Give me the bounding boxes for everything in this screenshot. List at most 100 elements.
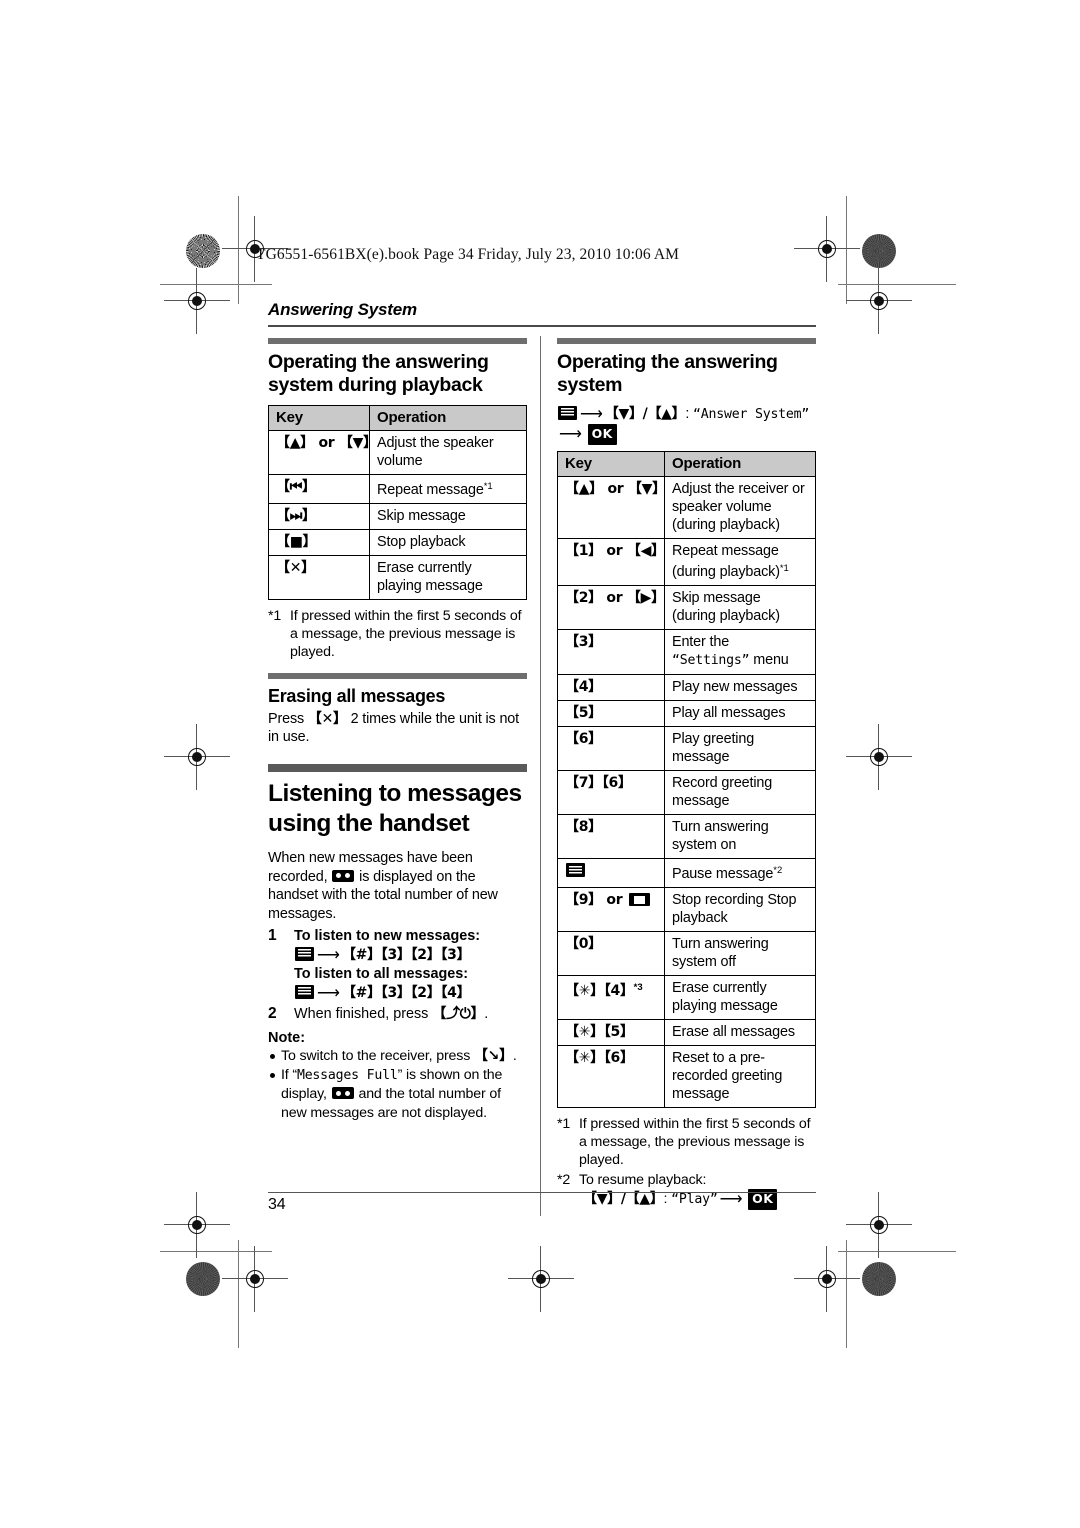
registration-mark-left-upper bbox=[164, 268, 230, 334]
stop-icon: 【■】 bbox=[276, 533, 317, 550]
operation-text: Adjust the receiver or speaker volume (d… bbox=[672, 481, 805, 534]
page-content: Answering System Operating the answering… bbox=[268, 300, 816, 1216]
density-patch-top-left bbox=[186, 234, 220, 268]
key-star-5: 【✳】【5】 bbox=[565, 1024, 634, 1041]
operation-text: Play greeting message bbox=[672, 731, 755, 766]
operation-cell: Erase all messages bbox=[664, 1019, 816, 1047]
step-2: 2 When finished, press 【⤴⏻】. bbox=[268, 1005, 527, 1024]
listening-intro: When new messages have been recorded, is… bbox=[268, 849, 527, 923]
table-row: 【✳】【5】 Erase all messages bbox=[557, 1019, 816, 1047]
key-cell: 【✳】【6】 bbox=[557, 1045, 665, 1109]
operation-text: Repeat message (during playback) bbox=[672, 543, 780, 581]
key-cell: 【8】 bbox=[557, 814, 665, 860]
settings-menu-label: “Settings” bbox=[672, 653, 750, 669]
footnote-ref: *1 bbox=[483, 480, 493, 492]
key-cell: 【7】【6】 bbox=[557, 770, 665, 816]
table-answering-system-keys: Key Operation 【▲】 or 【▼】 Adjust the rece… bbox=[557, 451, 816, 1109]
operation-text: Erase currently playing message bbox=[672, 980, 778, 1015]
operation-text: Skip message (during playback) bbox=[672, 590, 780, 625]
operation-cell: Adjust the speaker volume bbox=[369, 429, 527, 475]
footnote-text: If pressed within the first 5 seconds of… bbox=[579, 1116, 811, 1169]
footnote-1-right: *1 If pressed within the first 5 seconds… bbox=[557, 1115, 816, 1169]
operation-cell: Stop playback bbox=[369, 528, 527, 556]
key-cell: 【6】 bbox=[557, 726, 665, 772]
step-number: 1 bbox=[268, 927, 277, 945]
density-patch-top-right bbox=[862, 234, 896, 268]
key-cell: 【4】 bbox=[557, 674, 665, 702]
menu-icon bbox=[566, 863, 585, 878]
arrow-icon: ⟶ bbox=[580, 405, 603, 423]
table-playback-keys: Key Operation 【▲】 or 【▼】 Adjust the spea… bbox=[268, 404, 527, 600]
table-row: 【■】 Stop playback bbox=[268, 528, 527, 556]
key-1-left: 【1】 or 【◀】 bbox=[565, 543, 665, 560]
operation-cell: Play all messages bbox=[664, 700, 816, 728]
key-cell: 【✳】【5】 bbox=[557, 1019, 665, 1047]
key-6: 【6】 bbox=[565, 731, 602, 748]
note-before: If “ bbox=[281, 1067, 297, 1084]
key-cell: 【⏭】 bbox=[268, 502, 370, 530]
operation-cell: Repeat message (during playback)*1 bbox=[664, 538, 816, 587]
talk-icon: 【↘】 bbox=[473, 1048, 513, 1064]
key-cell: 【3】 bbox=[557, 629, 665, 676]
key-cell: 【⏮】 bbox=[268, 473, 370, 504]
operation-cell: Play new messages bbox=[664, 674, 816, 702]
key-cell: 【▲】 or 【▼】 bbox=[268, 429, 377, 475]
running-head: Answering System bbox=[268, 300, 417, 319]
table-row: 【1】 or 【◀】 Repeat message (during playba… bbox=[557, 538, 816, 587]
operation-text: Stop playback bbox=[377, 533, 466, 550]
operation-text: Erase all messages bbox=[672, 1024, 795, 1041]
table-row: 【✳】【4】*3 Erase currently playing message bbox=[557, 975, 816, 1021]
density-patch-bottom-left bbox=[186, 1262, 220, 1296]
table-row: 【⏮】 Repeat message*1 bbox=[268, 473, 527, 504]
heading-listening-to-messages: Listening to messages using the handset bbox=[268, 780, 522, 838]
footnote-text: If pressed within the first 5 seconds of… bbox=[290, 607, 522, 660]
operation-text: Erase currently playing message bbox=[377, 559, 483, 594]
menu-icon bbox=[295, 946, 314, 961]
heading-erasing-all-messages: Erasing all messages bbox=[268, 685, 446, 706]
menu-navigation-path: ⟶ 【▼】/【▲】: “Answer System” ⟶ OK bbox=[557, 405, 816, 446]
operation-post: menu bbox=[749, 652, 789, 669]
table-row: 【✕】 Erase currently playing message bbox=[268, 554, 527, 600]
key-cell: 【✕】 bbox=[268, 554, 370, 600]
step-text-before: When finished, press bbox=[294, 1006, 433, 1023]
column-header-operation: Operation bbox=[664, 451, 816, 478]
registration-mark-right-upper bbox=[846, 268, 912, 334]
registration-mark-right-lower bbox=[846, 1192, 912, 1258]
table-row: 【7】【6】 Record greeting message bbox=[557, 770, 816, 816]
trim-line-bottom-right-vertical bbox=[846, 1240, 848, 1348]
footnote-1-left: *1 If pressed within the first 5 seconds… bbox=[268, 607, 527, 661]
heading-operating-during-playback: Operating the answering system during pl… bbox=[268, 350, 489, 396]
footnote-text: To resume playback: bbox=[579, 1172, 707, 1189]
menu-icon bbox=[295, 984, 314, 999]
key-cell: 【▲】 or 【▼】 bbox=[557, 476, 666, 540]
operation-cell: Stop recording Stop playback bbox=[664, 887, 816, 933]
step-line-3: To listen to all messages: bbox=[294, 966, 469, 983]
key-0: 【0】 bbox=[565, 936, 602, 953]
density-patch-bottom-right bbox=[862, 1262, 896, 1296]
nav-label: “Answer System” bbox=[693, 406, 810, 422]
nav-keys: 【▼】/【▲】 bbox=[604, 405, 686, 422]
operation-text: Play all messages bbox=[672, 705, 786, 722]
page-number: 34 bbox=[268, 1196, 286, 1213]
colon: : bbox=[685, 405, 694, 422]
table-header-row: Key Operation bbox=[557, 451, 816, 478]
operation-text: Pause message bbox=[672, 866, 774, 883]
left-column: Operating the answering system during pl… bbox=[268, 337, 541, 1211]
key-cell: 【✳】【4】*3 bbox=[557, 975, 665, 1021]
table-row: 【⏭】 Skip message bbox=[268, 502, 527, 530]
table-row: 【▲】 or 【▼】 Adjust the receiver or speake… bbox=[557, 476, 816, 540]
key-cell: 【5】 bbox=[557, 700, 665, 728]
power-off-icon: 【⤴⏻】 bbox=[432, 1006, 485, 1023]
registration-mark-right-middle bbox=[846, 724, 912, 790]
operation-cell: Play greeting message bbox=[664, 726, 816, 772]
note-item: To switch to the receiver, press 【↘】. bbox=[268, 1047, 527, 1065]
key-cell bbox=[557, 858, 665, 889]
tape-icon bbox=[331, 1087, 354, 1100]
play-label: “Play” bbox=[671, 1192, 718, 1208]
operation-cell: Enter the “Settings” menu bbox=[664, 629, 816, 676]
table-row: 【3】 Enter the “Settings” menu bbox=[557, 629, 816, 676]
ok-button-icon: OK bbox=[587, 424, 617, 446]
footnote-ref: *3 bbox=[633, 982, 643, 994]
footer-rule bbox=[268, 1192, 816, 1194]
step-text-after: . bbox=[484, 1006, 489, 1023]
